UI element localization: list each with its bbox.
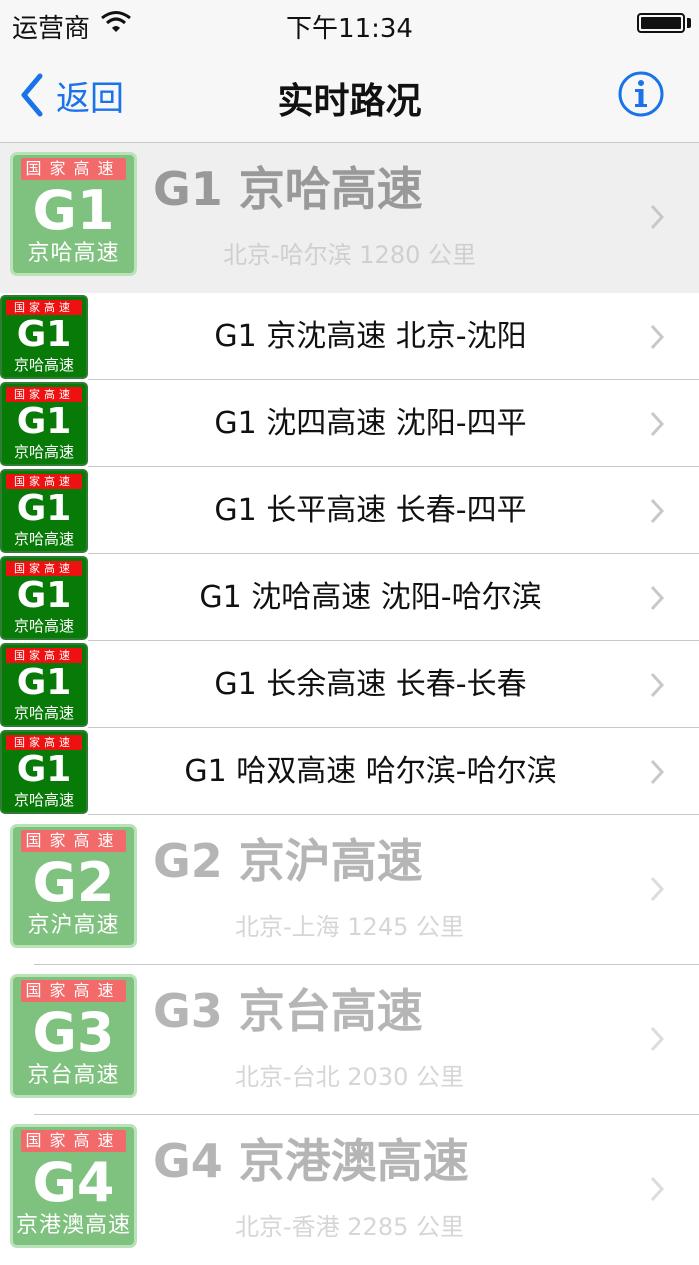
badge-code: G1 [16,314,72,355]
group-subtitle: 北京-上海 1245 公里 [235,913,464,941]
highway-badge: 国家高速 G1 京哈高速 [0,382,88,466]
badge-code: G1 [16,401,72,442]
chevron-right-icon [650,1176,665,1202]
badge-code: G1 [16,575,72,616]
badge-top-label: 国家高速 [21,830,126,852]
badge-top-label: 国家高速 [21,1130,126,1152]
chevron-right-icon [650,876,665,902]
badge-name: 京哈高速 [13,356,74,374]
segment-row[interactable]: 国家高速 G1 京哈高速 G1 京沈高速 北京-沈阳 [0,293,699,380]
highway-badge: 国家高速 G1 京哈高速 [0,295,88,379]
status-time: 下午11:34 [286,14,413,44]
segment-row[interactable]: 国家高速 G1 京哈高速 G1 哈双高速 哈尔滨-哈尔滨 [0,728,699,815]
badge-code: G3 [32,1001,115,1064]
status-bar: 运营商 下午11:34 [0,0,699,50]
badge-top-label: 国家高速 [6,387,82,402]
badge-code: G1 [16,749,72,790]
group-subtitle: 北京-哈尔滨 1280 公里 [223,241,476,269]
highway-list: 国家高速 G1 京哈高速 G1 京哈高速 北京-哈尔滨 1280 公里 国家高速… [0,143,699,1265]
badge-name: 京哈高速 [13,443,74,461]
highway-badge: 国家高速 G1 京哈高速 [0,469,88,553]
chevron-right-icon [650,672,665,698]
battery-tip [687,18,691,28]
badge-code: G2 [32,851,115,914]
highway-badge: 国家高速 G1 京哈高速 [0,556,88,640]
highway-group-g1[interactable]: 国家高速 G1 京哈高速 G1 京哈高速 北京-哈尔滨 1280 公里 [0,143,699,293]
group-title: G1 京哈高速 [153,162,423,216]
highway-group-g2[interactable]: 国家高速 G2 京沪高速 G2 京沪高速 北京-上海 1245 公里 [0,815,699,965]
badge-code: G1 [16,662,72,703]
highway-group-g4[interactable]: 国家高速 G4 京港澳高速 G4 京港澳高速 北京-香港 2285 公里 [0,1115,699,1265]
segment-row[interactable]: 国家高速 G1 京哈高速 G1 沈哈高速 沈阳-哈尔滨 [0,554,699,641]
segment-label: G1 长余高速 长春-长春 [214,667,527,702]
badge-name: 京哈高速 [13,704,74,722]
badge-code: G1 [32,179,115,242]
chevron-right-icon [650,1026,665,1052]
segment-row[interactable]: 国家高速 G1 京哈高速 G1 沈四高速 沈阳-四平 [0,380,699,467]
highway-group-g3[interactable]: 国家高速 G3 京台高速 G3 京台高速 北京-台北 2030 公里 [0,965,699,1115]
group-subtitle: 北京-香港 2285 公里 [235,1213,464,1241]
group-title: G2 京沪高速 [153,834,423,888]
group-title: G3 京台高速 [153,984,423,1038]
badge-name: 京哈高速 [13,530,74,548]
chevron-right-icon [650,585,665,611]
group-subtitle: 北京-台北 2030 公里 [235,1063,464,1091]
badge-top-label: 国家高速 [6,561,82,576]
badge-name: 京哈高速 [13,617,74,635]
highway-badge: 国家高速 G1 京哈高速 [0,730,88,814]
info-icon[interactable] [617,70,665,118]
badge-top-label: 国家高速 [6,648,82,663]
segment-label: G1 沈哈高速 沈阳-哈尔滨 [199,580,542,615]
segment-label: G1 沈四高速 沈阳-四平 [214,406,527,441]
chevron-right-icon [650,324,665,350]
segment-row[interactable]: 国家高速 G1 京哈高速 G1 长平高速 长春-四平 [0,467,699,554]
battery-icon [637,13,685,33]
group-title: G4 京港澳高速 [153,1134,469,1188]
badge-code: G4 [32,1151,115,1214]
chevron-right-icon [650,498,665,524]
chevron-right-icon [650,411,665,437]
page-title: 实时路况 [277,81,422,122]
badge-top-label: 国家高速 [6,735,82,750]
badge-top-label: 国家高速 [21,158,126,180]
chevron-right-icon [650,204,665,230]
badge-top-label: 国家高速 [6,300,82,315]
navigation-bar: 返回 实时路况 [0,50,699,143]
badge-code: G1 [16,488,72,529]
segment-label: G1 京沈高速 北京-沈阳 [214,319,527,354]
segment-row[interactable]: 国家高速 G1 京哈高速 G1 长余高速 长春-长春 [0,641,699,728]
badge-top-label: 国家高速 [6,474,82,489]
segment-label: G1 哈双高速 哈尔滨-哈尔滨 [184,754,557,789]
highway-badge: 国家高速 G1 京哈高速 [0,643,88,727]
badge-top-label: 国家高速 [21,980,126,1002]
segment-label: G1 长平高速 长春-四平 [214,493,527,528]
badge-name: 京哈高速 [13,791,74,809]
chevron-right-icon [650,759,665,785]
